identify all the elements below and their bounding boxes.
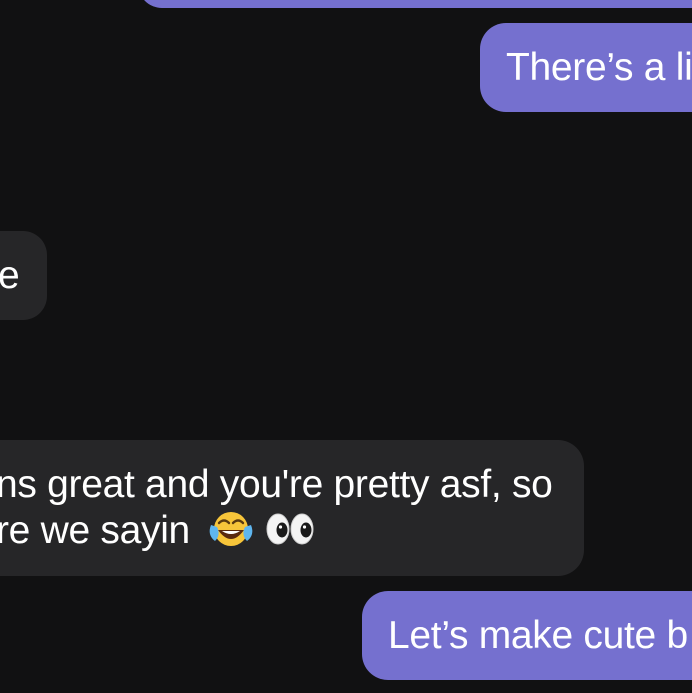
received-message-bubble[interactable]: ns great and you're pretty asf, so re we…: [0, 440, 584, 576]
message-text: re we sayin: [0, 509, 190, 552]
message-text-line-2: re we sayin: [0, 508, 584, 554]
sent-message-bubble[interactable]: Let’s make cute b: [362, 591, 692, 680]
message-text-line: ns great and you're pretty asf, so: [0, 463, 553, 506]
message-thread[interactable]: There’s a li e ns great and you're prett…: [0, 0, 692, 693]
face-with-tears-of-joy-icon: [207, 509, 255, 560]
sent-message-bubble[interactable]: There’s a li: [480, 23, 692, 112]
received-message-bubble[interactable]: e: [0, 231, 47, 320]
eyes-icon: [265, 509, 315, 560]
sent-message-bubble[interactable]: [138, 0, 692, 8]
message-text: e: [0, 254, 20, 297]
message-text: Let’s make cute b: [388, 614, 688, 657]
message-text: There’s a li: [506, 46, 692, 89]
